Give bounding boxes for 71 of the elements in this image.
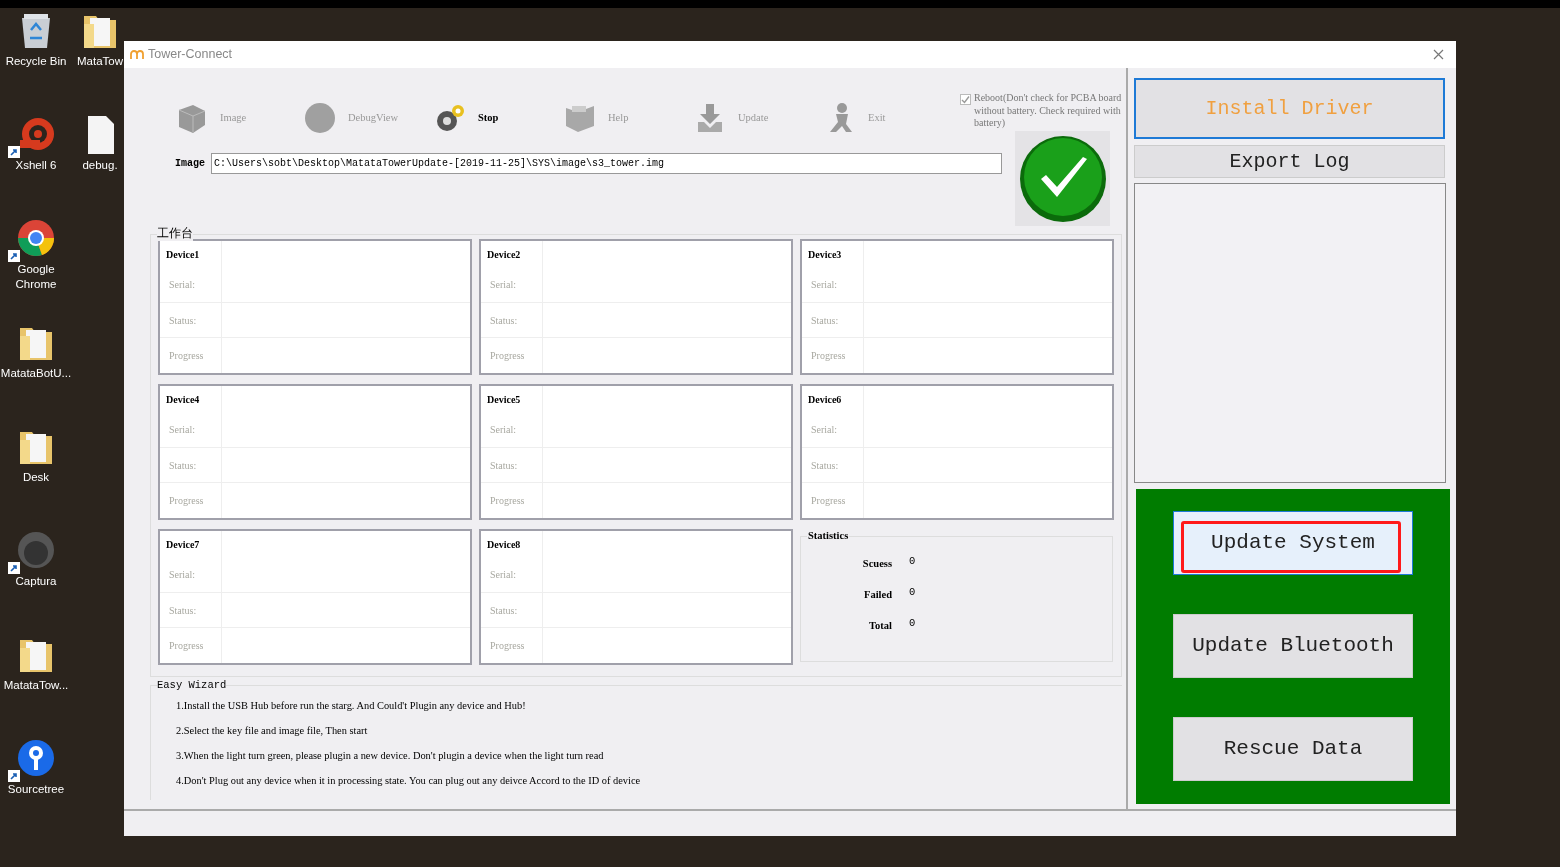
field-label: Status: (481, 302, 543, 338)
field-label: Progress (481, 483, 543, 518)
circle-icon (304, 102, 336, 134)
field-label: Status: (160, 592, 222, 628)
action-button[interactable]: Rescue Data (1173, 717, 1413, 781)
field-label: Progress (802, 483, 864, 518)
box-icon (176, 102, 208, 134)
desktop-icon-label[interactable]: Google Chrome (0, 262, 72, 292)
image-path-field[interactable]: C:\Users\sobt\Desktop\MatataTowerUpdate-[2019-11-25]\SYS\image\s3_tower.img (211, 152, 1002, 174)
field-label: Progress (160, 483, 222, 518)
field-label: Serial: (802, 267, 864, 302)
action-button[interactable]: Update Bluetooth (1173, 614, 1413, 678)
close-icon[interactable] (1433, 49, 1444, 60)
device-name: Device3 (802, 241, 864, 267)
device-name: Device1 (160, 241, 222, 267)
image-label: Image (175, 156, 205, 171)
field-label: Status: (160, 447, 222, 483)
export-log-button[interactable]: Export Log (1134, 145, 1445, 178)
window-title: Tower-Connect (148, 46, 233, 64)
device-name: Device2 (481, 241, 543, 267)
field-label: Progress (802, 338, 864, 373)
wizard-step: 4.Don't Plug out any device when it in processing state. You can plug out any deivce Accord to the ID of device (176, 774, 1122, 788)
field-label: Progress (481, 338, 543, 373)
field-label: Status: (802, 302, 864, 338)
group-title: 工作台 (157, 225, 193, 241)
desktop-icon-label[interactable]: Recycle Bin (5, 54, 67, 69)
action-button[interactable]: Update System (1173, 511, 1413, 575)
desktop-icon-label[interactable]: Xshell 6 (15, 158, 57, 173)
field-label: Status: (802, 447, 864, 483)
reboot-option-label: Reboot(Don't check for PCBA board without battery. Check required with battery) (974, 92, 1123, 130)
device-name: Device4 (160, 386, 222, 412)
desktop-icon-label[interactable]: Sourcetree (7, 782, 65, 797)
stat-value: 0 (909, 553, 916, 569)
device-name: Device8 (481, 531, 543, 557)
field-label: Progress (160, 628, 222, 663)
group-title: Easy Wizard (157, 678, 227, 692)
field-label: Status: (160, 302, 222, 338)
pin-logo-icon[interactable] (16, 738, 56, 778)
app-logo-icon (130, 49, 144, 60)
desktop-icon-label[interactable]: MatataTow... (3, 678, 69, 693)
field-label: Progress (160, 338, 222, 373)
wizard-step: 1.Install the USB Hub before run the starg. And Could't Plugin any device and Hub! (176, 699, 1122, 713)
field-label: Serial: (481, 412, 543, 447)
field-label: Serial: (160, 267, 222, 302)
desktop-icon-label[interactable]: MatataBotU... (0, 366, 72, 381)
field-label: Progress (481, 628, 543, 663)
field-label: Serial: (481, 557, 543, 592)
device-name: Device6 (802, 386, 864, 412)
desktop-icon-label[interactable]: MataTow (77, 54, 123, 69)
device-name: Device5 (481, 386, 543, 412)
checkbox[interactable] (960, 94, 971, 105)
field-label: Serial: (160, 412, 222, 447)
desktop-icon-label[interactable]: Captura (15, 574, 57, 589)
field-label: Serial: (481, 267, 543, 302)
field-label: Status: (481, 592, 543, 628)
stat-value: 0 (909, 615, 916, 631)
browser-logo-icon[interactable] (16, 218, 56, 258)
field-label: Status: (481, 447, 543, 483)
wizard-step: 3.When the light turn green, please plugin a new device. Don't plugin a device when the light turn read (176, 749, 1122, 763)
gears-icon (434, 102, 466, 134)
stat-label: Total (868, 618, 892, 633)
desktop-icon-label[interactable]: debug. (82, 158, 118, 173)
stat-label: Failed (863, 587, 892, 602)
field-label: Serial: (802, 412, 864, 447)
stat-value: 0 (909, 584, 916, 600)
stat-label: Scuess (861, 556, 892, 571)
field-label: Serial: (160, 557, 222, 592)
device-name: Device7 (160, 531, 222, 557)
wizard-step: 2.Select the key file and image file, Then start (176, 724, 1122, 738)
desktop-icon-label[interactable]: Desk (22, 470, 50, 485)
toolbar-button[interactable]: Stop (434, 102, 564, 134)
